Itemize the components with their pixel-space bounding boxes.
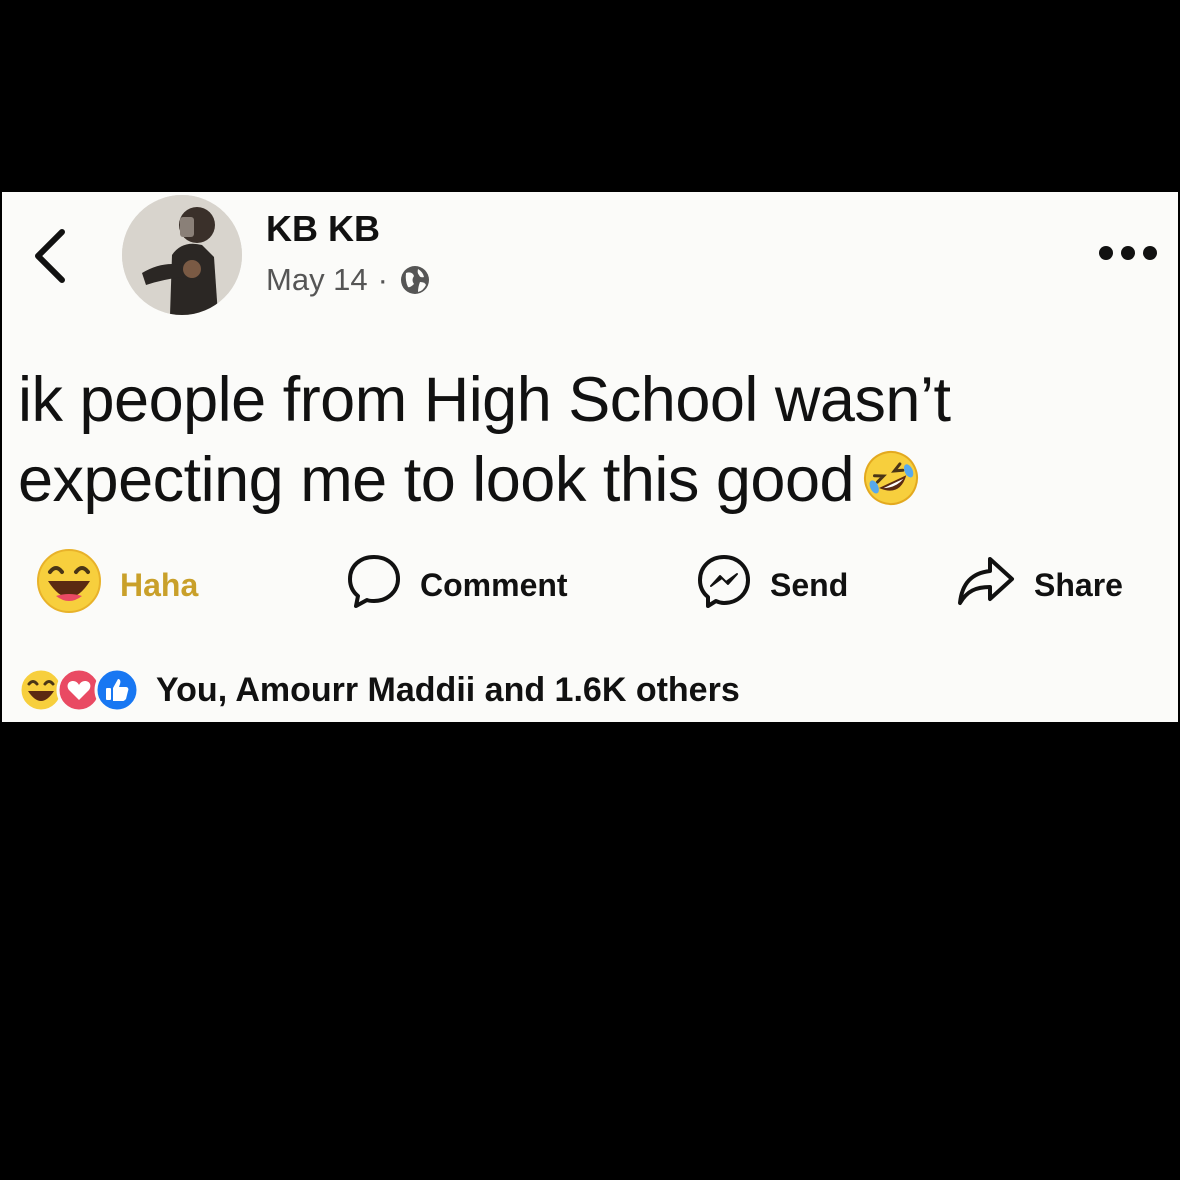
post-meta: May 14 · [266, 262, 432, 298]
post-body: ik people from High School wasn’t expect… [18, 365, 951, 515]
globe-icon [398, 263, 432, 297]
post-date[interactable]: May 14 [266, 262, 368, 298]
back-icon[interactable] [30, 226, 70, 286]
avatar[interactable] [122, 195, 242, 315]
comment-icon [346, 553, 402, 617]
reactions-summary-text[interactable]: You, Amourr Maddii and 1.6K others [156, 671, 740, 710]
share-icon [956, 553, 1016, 617]
reactions-summary[interactable]: You, Amourr Maddii and 1.6K others [18, 660, 740, 720]
rolling-on-floor-laughing-icon [862, 446, 920, 505]
send-label: Send [770, 566, 849, 603]
meta-separator: · [377, 262, 388, 297]
author-name[interactable]: KB KB [266, 208, 380, 250]
more-options-icon[interactable] [1098, 242, 1158, 264]
share-label: Share [1034, 566, 1123, 603]
share-button[interactable]: Share [956, 545, 1123, 625]
haha-reaction-button[interactable]: Haha [36, 545, 198, 625]
post-text: ik people from High School wasn’t expect… [18, 360, 1148, 520]
comment-label: Comment [420, 566, 568, 603]
send-button[interactable]: Send [696, 545, 848, 625]
action-bar: Haha Comment Send Share [0, 545, 1180, 625]
haha-label: Haha [120, 566, 199, 603]
reaction-icons [18, 667, 140, 713]
haha-icon [36, 548, 102, 622]
messenger-icon [696, 553, 752, 617]
like-icon [94, 667, 140, 713]
comment-button[interactable]: Comment [346, 545, 568, 625]
